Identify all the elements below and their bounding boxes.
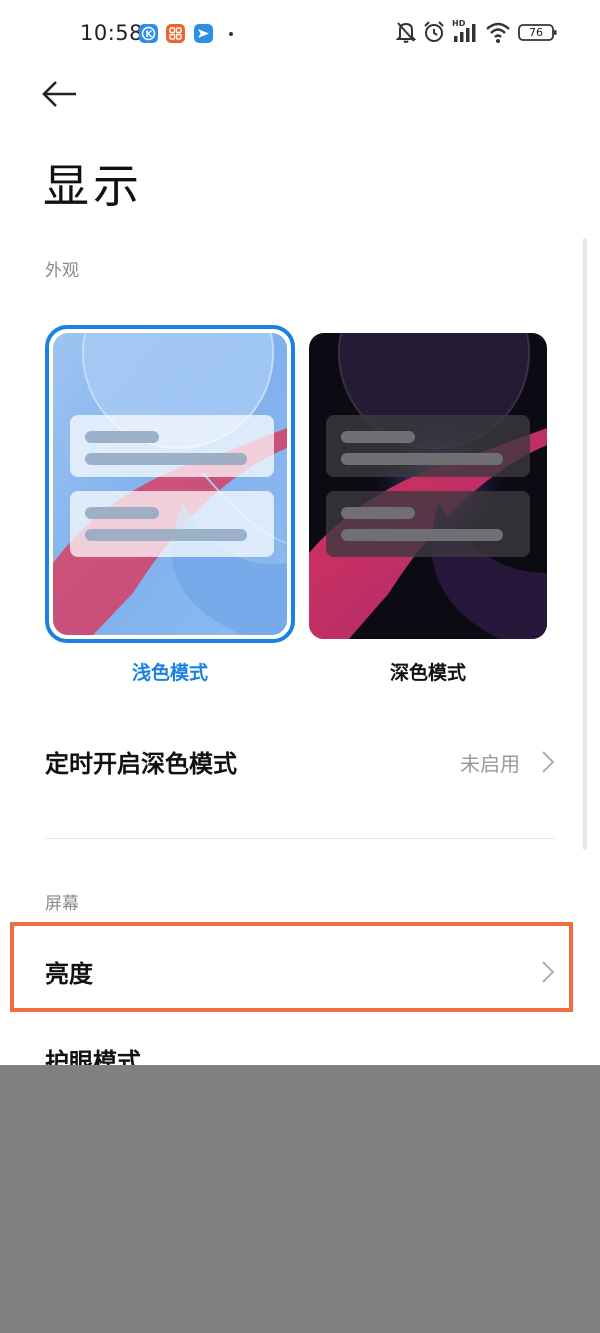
battery-icon: 76: [518, 23, 558, 47]
mute-bell-icon: [395, 20, 417, 48]
dark-mode-preview: [309, 333, 547, 639]
appearance-section-label: 外观: [45, 261, 79, 281]
battery-level: 76: [529, 26, 543, 39]
chevron-right-icon: [542, 751, 555, 773]
dark-mode-label[interactable]: 深色模式: [303, 658, 553, 685]
selected-frame: [45, 325, 295, 643]
dark-mode-schedule-row[interactable]: 定时开启深色模式 未启用: [0, 720, 600, 804]
dark-mode-option[interactable]: [309, 325, 559, 643]
k-app-icon: K: [139, 24, 158, 43]
wifi-icon: [485, 20, 511, 48]
svg-text:K: K: [146, 30, 154, 40]
orange-app-icon: [166, 24, 185, 43]
dark-mode-schedule-label: 定时开启深色模式: [45, 750, 237, 778]
hd-label: HD: [452, 19, 466, 28]
notification-dot: [229, 32, 233, 36]
light-mode-option[interactable]: [45, 325, 295, 643]
status-bar: 10:58 K HD 76: [0, 0, 600, 68]
gray-overlay: [0, 1065, 600, 1333]
divider: [45, 838, 555, 839]
dark-mode-schedule-value: 未启用: [460, 752, 520, 776]
arrow-left-icon: [42, 81, 76, 107]
highlight-box: [10, 922, 573, 1012]
light-mode-label[interactable]: 浅色模式: [45, 658, 295, 685]
send-app-icon: [194, 24, 213, 43]
hd-signal-icon: HD: [452, 18, 480, 48]
screen-section-label: 屏幕: [45, 894, 79, 914]
back-button[interactable]: [40, 76, 80, 112]
page-title: 显示: [43, 159, 143, 213]
alarm-icon: [422, 20, 446, 48]
status-time: 10:58: [80, 21, 144, 45]
